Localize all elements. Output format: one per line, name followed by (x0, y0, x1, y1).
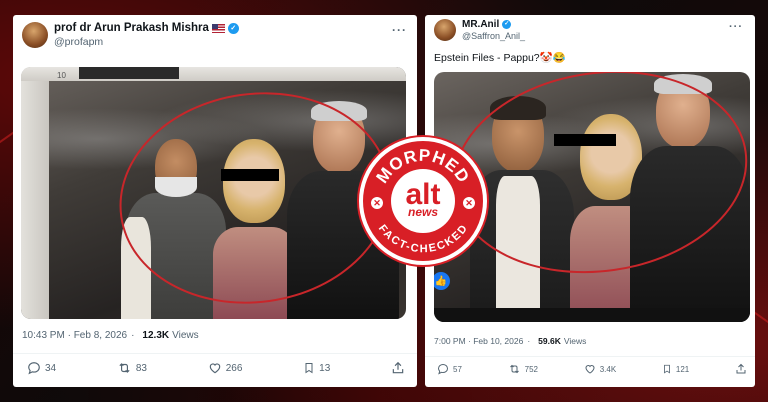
frame-dark-strip (79, 67, 179, 79)
share-icon (736, 363, 746, 374)
avatar[interactable] (434, 19, 456, 41)
like-button[interactable]: 3.4K (584, 363, 616, 375)
views-label: Views (172, 330, 199, 341)
bookmark-icon (663, 364, 670, 374)
reply-count: 34 (45, 362, 57, 374)
bookmark-count: 121 (675, 364, 690, 374)
left-tweet-card[interactable]: prof dr Arun Prakash Mishra ✓ @profapm ·… (13, 15, 417, 387)
divider (13, 353, 417, 354)
more-icon[interactable]: ··· (729, 21, 743, 33)
tweet-meta: 10:43 PM · Feb 8, 2026 · 12.3K Views (22, 330, 199, 341)
bookmark-button[interactable]: 13 (303, 361, 330, 375)
reply-button[interactable]: 57 (437, 363, 462, 375)
author-name[interactable]: MR.Anil (462, 19, 499, 31)
flag-icon (211, 24, 225, 34)
repost-button[interactable]: 752 (508, 363, 538, 375)
repost-button[interactable]: 83 (117, 361, 147, 375)
share-icon (392, 361, 404, 374)
timestamp[interactable]: 10:43 PM · Feb 8, 2026 (22, 330, 127, 341)
divider (425, 356, 755, 357)
repost-count: 83 (135, 362, 147, 374)
more-icon[interactable]: ··· (392, 23, 407, 37)
tweet-actions: 57 752 3.4K 121 (437, 363, 747, 375)
like-button[interactable]: 266 (208, 361, 243, 375)
reply-button[interactable]: 34 (27, 361, 56, 375)
like-icon (585, 365, 595, 374)
reply-icon (28, 362, 40, 375)
author-handle[interactable]: @profapm (54, 36, 239, 48)
views-label: Views (563, 336, 587, 346)
reply-count: 57 (453, 364, 462, 374)
reply-icon (437, 363, 449, 375)
bookmark-count: 13 (319, 362, 331, 374)
photo-frame-edge (21, 67, 49, 319)
repost-icon (119, 363, 130, 373)
logo-alt-text: alt (405, 178, 441, 211)
tweet-text: Epstein Files - Pappu?🤡😂 (434, 52, 566, 64)
verified-icon: ✓ (227, 23, 239, 35)
tweet-actions: 34 83 266 13 (27, 361, 405, 375)
close-icon: ✕ (371, 197, 383, 209)
thumbs-up-icon: 👍 (434, 272, 450, 290)
tweet-header: prof dr Arun Prakash Mishra ✓ @profapm (22, 22, 239, 48)
photo-bottom-strip (434, 308, 750, 322)
like-icon (209, 363, 220, 374)
like-count: 266 (225, 362, 243, 374)
tweet-header: MR.Anil ✓ @Saffron_Anil_ (434, 19, 525, 41)
logo-news-text: news (407, 205, 438, 219)
share-button[interactable] (735, 363, 747, 375)
views-count: 12.3K (142, 330, 170, 341)
repost-icon (509, 364, 519, 374)
repost-count: 752 (524, 364, 538, 374)
like-count: 3.4K (599, 364, 617, 374)
fact-check-badge: MORPHED FACT-CHECKED alt news ✕ ✕ (359, 137, 487, 265)
timestamp[interactable]: 7:00 PM · Feb 10, 2026 (434, 336, 523, 346)
share-button[interactable] (391, 361, 405, 375)
bookmark-icon (305, 363, 313, 374)
close-icon: ✕ (463, 197, 475, 209)
tweet-photo[interactable]: 10 (21, 67, 406, 319)
views-count: 59.6K (538, 336, 561, 346)
verified-icon: ✓ (502, 20, 512, 30)
avatar[interactable] (22, 22, 48, 48)
altnews-logo: alt news (391, 169, 455, 233)
bookmark-button[interactable]: 121 (662, 363, 689, 375)
frame-number: 10 (57, 71, 66, 80)
author-name[interactable]: prof dr Arun Prakash Mishra (54, 22, 209, 35)
author-handle[interactable]: @Saffron_Anil_ (462, 31, 525, 41)
tweet-meta: 7:00 PM · Feb 10, 2026 · 59.6K Views (434, 336, 587, 346)
